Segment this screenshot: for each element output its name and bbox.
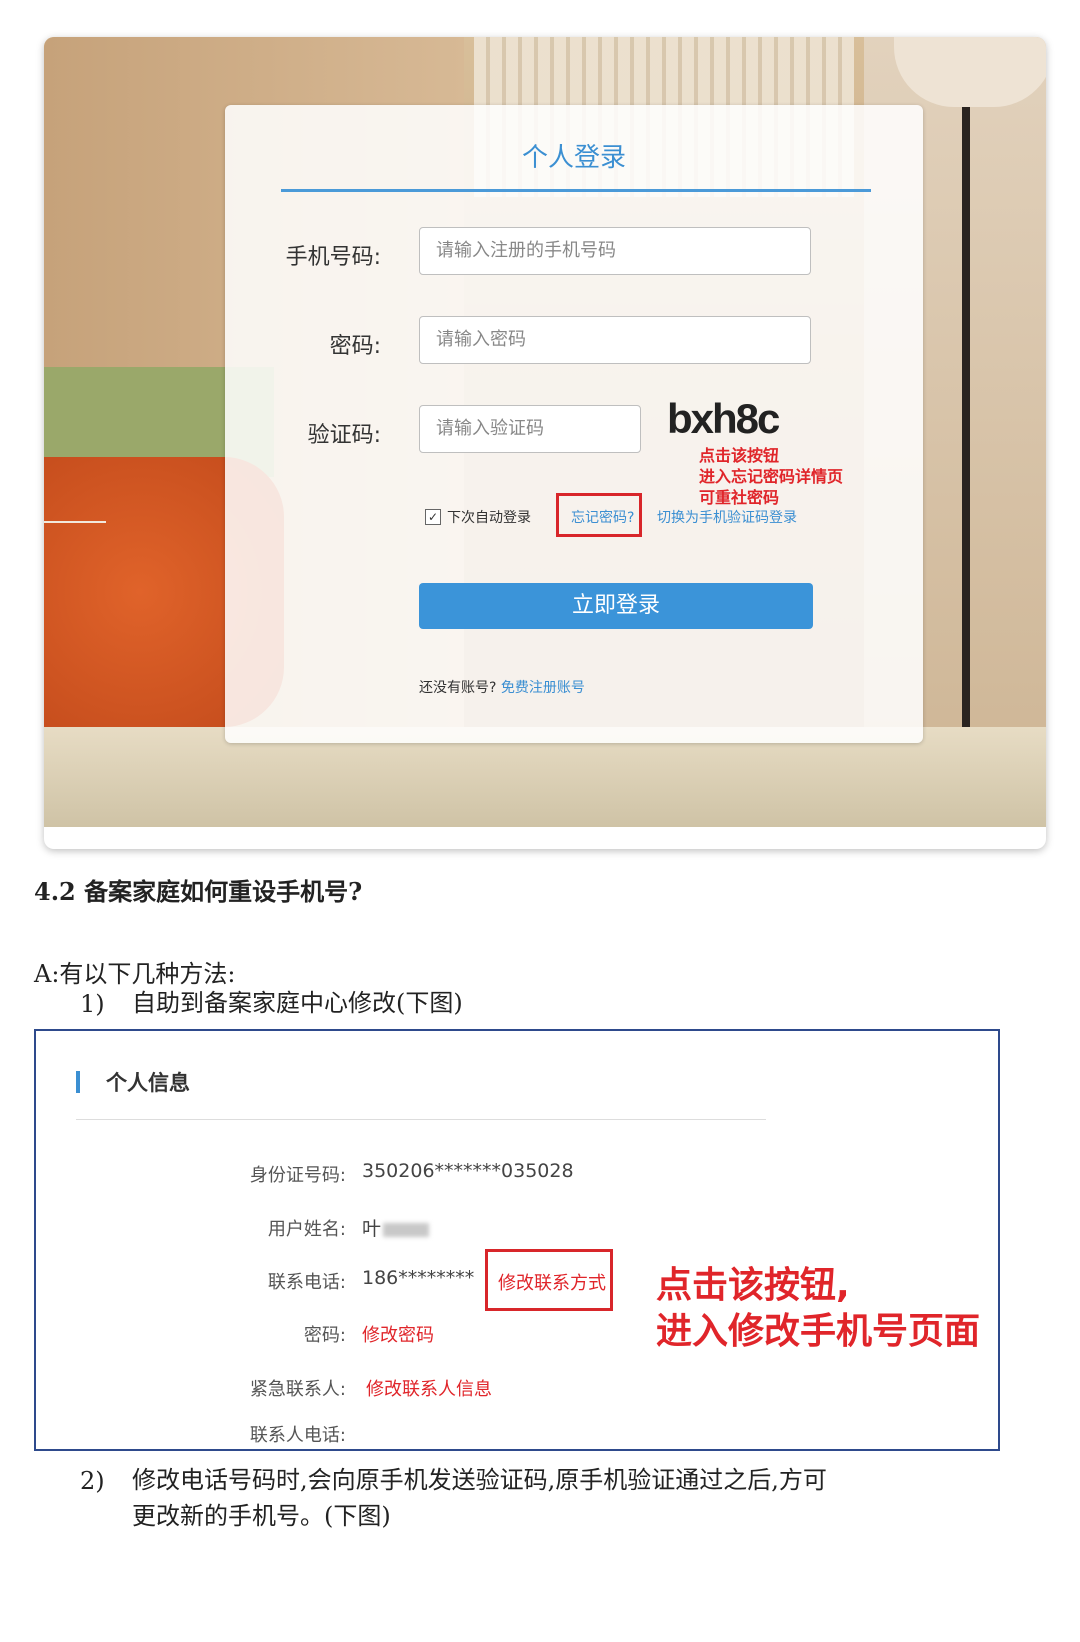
lamp-pole xyxy=(962,107,970,827)
list-number: 1) xyxy=(80,990,105,1018)
forgot-password-link[interactable]: 忘记密码? xyxy=(571,507,634,527)
password-input[interactable]: 请输入密码 xyxy=(419,316,811,364)
phone-label: 手机号码: xyxy=(285,245,381,270)
login-screenshot: 个人登录 手机号码: 请输入注册的手机号码 密码: 请输入密码 验证码: 请输入… xyxy=(44,37,1046,849)
remember-label: 下次自动登录 xyxy=(447,510,531,526)
list-item-text: 自助到备案家庭中心修改(下图) xyxy=(132,989,463,1017)
annotation-line: 进入修改手机号页面 xyxy=(656,1311,981,1352)
contact-phone-label: 联系人电话: xyxy=(249,1425,346,1446)
password-label: 密码: xyxy=(303,1325,346,1346)
modify-password-link[interactable]: 修改密码 xyxy=(362,1321,434,1347)
annotation-line: 点击该按钮, xyxy=(656,1265,850,1306)
phone-input[interactable]: 请输入注册的手机号码 xyxy=(419,227,811,275)
remember-me[interactable]: ✓ 下次自动登录 xyxy=(425,507,531,527)
captcha-image[interactable]: bxh8c xyxy=(667,395,780,443)
no-account-text: 还没有账号? xyxy=(419,680,497,696)
forgot-annotation: 点击该按钮 进入忘记密码详情页 可重社密码 xyxy=(699,445,843,508)
section-heading: 4.2 备案家庭如何重设手机号? xyxy=(34,877,363,906)
captcha-label: 验证码: xyxy=(307,423,381,448)
id-value: 350206*******035028 xyxy=(362,1160,574,1182)
phone-value: 186******** xyxy=(362,1267,475,1289)
annotation-line: 可重社密码 xyxy=(699,488,780,507)
section-accent-bar xyxy=(76,1071,80,1093)
divider xyxy=(76,1119,766,1120)
login-panel: 个人登录 手机号码: 请输入注册的手机号码 密码: 请输入密码 验证码: 请输入… xyxy=(225,105,923,743)
emergency-contact-label: 紧急联系人: xyxy=(249,1379,346,1400)
modify-contact-button[interactable]: 修改联系方式 xyxy=(498,1269,606,1295)
list-item-text: 修改电话号码时,会向原手机发送验证码,原手机验证通过之后,方可 xyxy=(132,1466,827,1494)
background-line xyxy=(44,521,106,523)
list-item-text: 更改新的手机号。(下图) xyxy=(132,1502,391,1530)
annotation-line: 进入忘记密码详情页 xyxy=(699,467,844,486)
modify-phone-annotation: 点击该按钮, 进入修改手机号页面 xyxy=(656,1263,980,1355)
id-label: 身份证号码: xyxy=(249,1165,346,1186)
password-label: 密码: xyxy=(329,334,381,359)
captcha-input[interactable]: 请输入验证码 xyxy=(419,405,641,453)
phone-label: 联系电话: xyxy=(267,1272,346,1293)
login-title: 个人登录 xyxy=(521,143,626,173)
modify-emergency-contact-link[interactable]: 修改联系人信息 xyxy=(366,1375,492,1401)
remember-checkbox[interactable]: ✓ xyxy=(425,509,441,525)
title-underline xyxy=(281,189,871,192)
login-button[interactable]: 立即登录 xyxy=(419,583,813,629)
signup-row: 还没有账号? 免费注册账号 xyxy=(419,677,585,697)
blurred-text xyxy=(383,1222,430,1237)
switch-sms-login-link[interactable]: 切换为手机验证码登录 xyxy=(657,507,797,527)
list-number: 2) xyxy=(80,1467,105,1495)
name-label: 用户姓名: xyxy=(267,1219,346,1240)
signup-link[interactable]: 免费注册账号 xyxy=(501,680,585,696)
personal-info-screenshot: 个人信息 身份证号码: 350206*******035028 用户姓名: 叶 … xyxy=(34,1029,1000,1451)
name-value-wrap: 叶 xyxy=(362,1214,430,1241)
info-title: 个人信息 xyxy=(106,1071,190,1095)
annotation-line: 点击该按钮 xyxy=(699,446,780,465)
answer-intro: A:有以下几种方法: xyxy=(34,960,236,988)
name-value: 叶 xyxy=(362,1218,382,1240)
